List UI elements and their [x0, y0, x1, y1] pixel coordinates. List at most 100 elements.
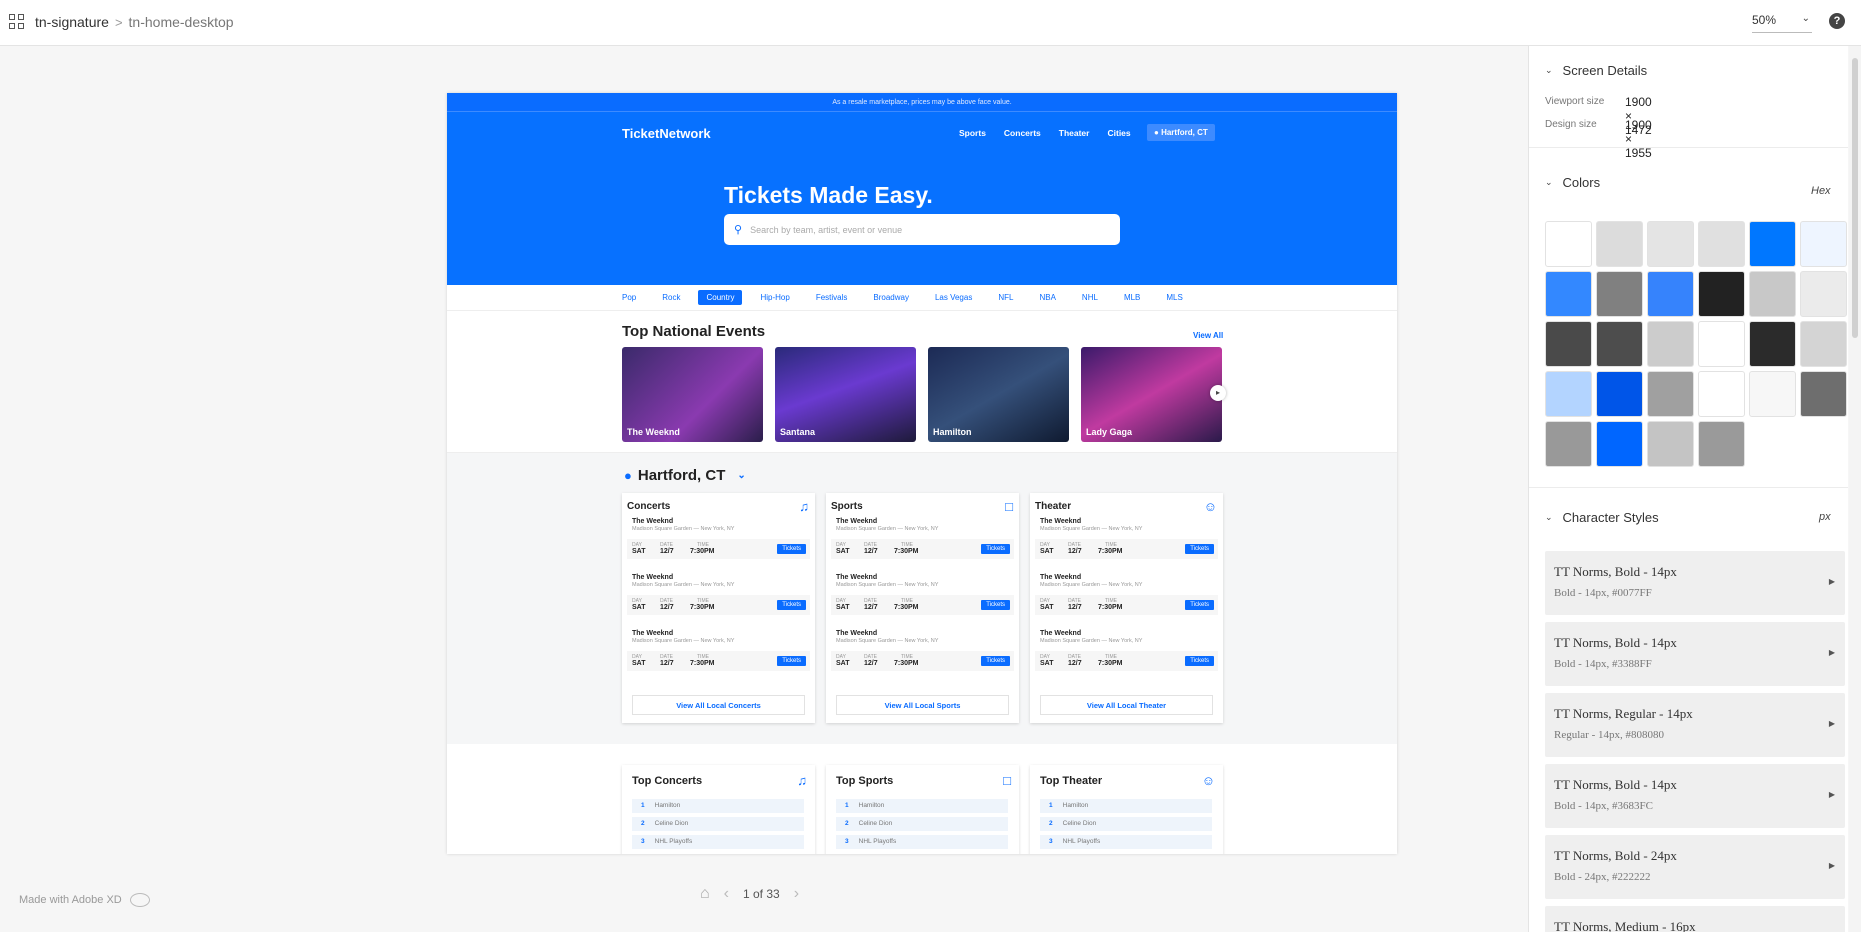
- tickets-button[interactable]: Tickets: [1185, 544, 1214, 554]
- day-value: SAT: [1040, 548, 1054, 555]
- genre-festivals[interactable]: Festivals: [816, 293, 848, 302]
- genre-pop[interactable]: Pop: [622, 293, 636, 302]
- nav-item-theater[interactable]: Theater: [1059, 128, 1090, 138]
- rank-name: Celine Dion: [1062, 820, 1097, 827]
- tickets-button[interactable]: Tickets: [777, 600, 806, 610]
- color-swatch[interactable]: [1800, 221, 1847, 267]
- color-swatch[interactable]: [1647, 221, 1694, 267]
- rank-item[interactable]: 3 NHL Playoffs: [632, 835, 804, 849]
- char-styles-header[interactable]: ⌄ Character Styles: [1545, 510, 1659, 525]
- home-icon[interactable]: ⌂: [700, 885, 710, 903]
- genre-nhl[interactable]: NHL: [1082, 293, 1098, 302]
- color-swatch[interactable]: [1596, 421, 1643, 467]
- event-card-label: Lady Gaga: [1086, 427, 1133, 437]
- color-swatch[interactable]: [1800, 271, 1847, 317]
- tickets-button[interactable]: Tickets: [981, 656, 1010, 666]
- view-all-link[interactable]: View All: [1193, 331, 1223, 340]
- color-swatch[interactable]: [1749, 271, 1796, 317]
- city-selector[interactable]: ● Hartford, CT ⌄: [624, 467, 746, 484]
- color-format-select[interactable]: Hex: [1811, 185, 1831, 197]
- char-style-item[interactable]: TT Norms, Medium - 16px▶: [1545, 906, 1845, 932]
- genre-las-vegas[interactable]: Las Vegas: [935, 293, 972, 302]
- color-swatch[interactable]: [1698, 321, 1745, 367]
- top-list-0: Top Concerts ♫ 1 Hamilton 2 Celine Dion 3 NHL P…: [622, 765, 815, 854]
- screen-details-header[interactable]: ⌄ Screen Details: [1545, 63, 1647, 78]
- color-swatch[interactable]: [1647, 271, 1694, 317]
- tickets-button[interactable]: Tickets: [777, 656, 806, 666]
- genre-rock[interactable]: Rock: [662, 293, 680, 302]
- help-icon[interactable]: ?: [1829, 13, 1845, 29]
- color-swatch[interactable]: [1545, 421, 1592, 467]
- nav-item-cities[interactable]: Cities: [1107, 128, 1130, 138]
- char-unit-select[interactable]: px: [1819, 511, 1831, 523]
- rank-item[interactable]: 2 Celine Dion: [836, 817, 1008, 831]
- color-swatch[interactable]: [1647, 371, 1694, 417]
- view-all-local-button[interactable]: View All Local Theater: [1040, 695, 1213, 715]
- event-card[interactable]: Santana: [775, 347, 916, 442]
- color-swatch[interactable]: [1698, 421, 1745, 467]
- char-style-item[interactable]: TT Norms, Bold - 14px Bold - 14px, #3683F…: [1545, 764, 1845, 828]
- char-style-item[interactable]: TT Norms, Regular - 14px Regular - 14px, …: [1545, 693, 1845, 757]
- color-swatch[interactable]: [1647, 321, 1694, 367]
- color-swatch[interactable]: [1698, 271, 1745, 317]
- rank-item[interactable]: 1 Hamilton: [1040, 799, 1212, 813]
- char-style-item[interactable]: TT Norms, Bold - 14px Bold - 14px, #0077F…: [1545, 551, 1845, 615]
- tickets-button[interactable]: Tickets: [981, 544, 1010, 554]
- breadcrumb-project[interactable]: tn-signature: [35, 14, 109, 30]
- color-swatch[interactable]: [1545, 221, 1592, 267]
- event-card[interactable]: The Weeknd: [622, 347, 763, 442]
- next-page-icon[interactable]: ›: [794, 885, 799, 903]
- color-swatch[interactable]: [1596, 371, 1643, 417]
- search-input[interactable]: ⚲ Search by team, artist, event or venue: [724, 214, 1120, 245]
- date-value: 12/7: [660, 548, 674, 555]
- tickets-button[interactable]: Tickets: [1185, 600, 1214, 610]
- rank-item[interactable]: 3 NHL Playoffs: [1040, 835, 1212, 849]
- color-swatch[interactable]: [1545, 371, 1592, 417]
- color-swatch[interactable]: [1596, 321, 1643, 367]
- color-swatch[interactable]: [1749, 321, 1796, 367]
- color-swatch[interactable]: [1800, 321, 1847, 367]
- tickets-button[interactable]: Tickets: [777, 544, 806, 554]
- rank-item[interactable]: 2 Celine Dion: [1040, 817, 1212, 831]
- genre-nba[interactable]: NBA: [1039, 293, 1055, 302]
- tickets-button[interactable]: Tickets: [1185, 656, 1214, 666]
- view-all-local-button[interactable]: View All Local Sports: [836, 695, 1009, 715]
- char-style-item[interactable]: TT Norms, Bold - 24px Bold - 24px, #22222…: [1545, 835, 1845, 899]
- tickets-button[interactable]: Tickets: [981, 600, 1010, 610]
- view-all-local-button[interactable]: View All Local Concerts: [632, 695, 805, 715]
- colors-header[interactable]: ⌄ Colors: [1545, 175, 1600, 190]
- color-swatch[interactable]: [1800, 371, 1847, 417]
- color-swatch[interactable]: [1596, 271, 1643, 317]
- carousel-next-icon[interactable]: ▸: [1210, 385, 1226, 401]
- rank-item[interactable]: 2 Celine Dion: [632, 817, 804, 831]
- nav-item-concerts[interactable]: Concerts: [1004, 128, 1041, 138]
- color-swatch[interactable]: [1698, 221, 1745, 267]
- scrollbar-thumb[interactable]: [1852, 58, 1858, 338]
- grid-icon[interactable]: [9, 14, 24, 29]
- color-swatch[interactable]: [1545, 271, 1592, 317]
- genre-hip-hop[interactable]: Hip-Hop: [760, 293, 789, 302]
- logo[interactable]: TicketNetwork: [622, 126, 711, 141]
- genre-mlb[interactable]: MLB: [1124, 293, 1140, 302]
- char-style-item[interactable]: TT Norms, Bold - 14px Bold - 14px, #3388F…: [1545, 622, 1845, 686]
- genre-nfl[interactable]: NFL: [998, 293, 1013, 302]
- zoom-select[interactable]: 50% ⌄: [1752, 13, 1812, 33]
- genre-mls[interactable]: MLS: [1166, 293, 1182, 302]
- event-card[interactable]: Lady Gaga: [1081, 347, 1222, 442]
- color-swatch[interactable]: [1545, 321, 1592, 367]
- color-swatch[interactable]: [1647, 421, 1694, 467]
- scrollbar[interactable]: [1849, 46, 1861, 932]
- genre-country[interactable]: Country: [698, 290, 743, 305]
- rank-item[interactable]: 1 Hamilton: [632, 799, 804, 813]
- color-swatch[interactable]: [1749, 221, 1796, 267]
- nav-item-sports[interactable]: Sports: [959, 128, 986, 138]
- color-swatch[interactable]: [1749, 371, 1796, 417]
- event-card[interactable]: Hamilton: [928, 347, 1069, 442]
- prev-page-icon[interactable]: ‹: [724, 885, 729, 903]
- rank-item[interactable]: 1 Hamilton: [836, 799, 1008, 813]
- location-button[interactable]: ● Hartford, CT: [1147, 124, 1215, 141]
- rank-item[interactable]: 3 NHL Playoffs: [836, 835, 1008, 849]
- color-swatch[interactable]: [1698, 371, 1745, 417]
- color-swatch[interactable]: [1596, 221, 1643, 267]
- genre-broadway[interactable]: Broadway: [873, 293, 909, 302]
